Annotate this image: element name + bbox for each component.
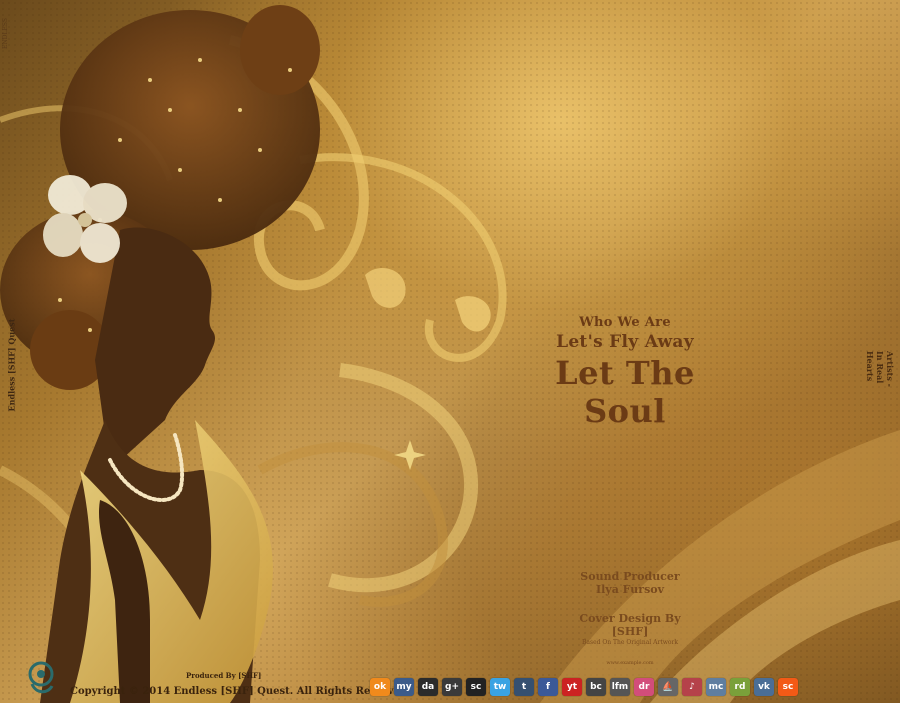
boat-icon[interactable]: ⛵ bbox=[658, 678, 678, 696]
cover-design-note: Based On The Original Artwork bbox=[582, 639, 678, 646]
youtube-icon[interactable]: yt bbox=[562, 678, 582, 696]
mixcloud-icon[interactable]: mc bbox=[706, 678, 726, 696]
lastfm-icon[interactable]: lfm bbox=[610, 678, 630, 696]
cover-artwork bbox=[0, 5, 900, 703]
title-medium: Let's Fly Away bbox=[556, 332, 694, 352]
deviantart-icon[interactable]: da bbox=[418, 678, 438, 696]
odnoklassniki-icon[interactable]: ok bbox=[370, 678, 390, 696]
spine-left-top-text: ENDLESS bbox=[1, 18, 9, 49]
radio-icon[interactable]: rd bbox=[730, 678, 750, 696]
bandcamp-icon[interactable]: bc bbox=[586, 678, 606, 696]
sound-producer-label: Sound Producer bbox=[580, 570, 680, 583]
google-plus-icon[interactable]: g+ bbox=[442, 678, 462, 696]
credits-block: Sound Producer Ilya Fursov Cover Design … bbox=[560, 570, 700, 666]
soundcloud-cloud-icon[interactable]: sc bbox=[466, 678, 486, 696]
myspace-icon[interactable]: my bbox=[394, 678, 414, 696]
dribbble-icon[interactable]: dr bbox=[634, 678, 654, 696]
spine-right-text: Artists - In Real Hearts bbox=[865, 351, 895, 387]
soundcloud-icon[interactable]: sc bbox=[778, 678, 798, 696]
facebook-icon[interactable]: f bbox=[538, 678, 558, 696]
title-block: Who We Are Let's Fly Away Let The Soul bbox=[520, 315, 730, 430]
copyright-text: Copyright © 2014 Endless [SHF] Quest. Al… bbox=[70, 686, 407, 697]
cover-design-credit: Cover Design By [SHF] bbox=[579, 612, 681, 638]
small-url: www.example.com bbox=[606, 660, 654, 666]
vk-icon[interactable]: vk bbox=[754, 678, 774, 696]
produced-by: Produced By [SHF] bbox=[186, 671, 262, 680]
title-large: Let The Soul bbox=[555, 354, 695, 430]
music-icon[interactable]: ♪ bbox=[682, 678, 702, 696]
spine-left-text: Endless [SHF] Quest bbox=[6, 318, 17, 412]
title-small: Who We Are bbox=[579, 315, 671, 330]
sound-producer-name: Ilya Fursov bbox=[595, 583, 664, 596]
twitter-icon[interactable]: tw bbox=[490, 678, 510, 696]
tumblr-icon[interactable]: t bbox=[514, 678, 534, 696]
label-logo-icon bbox=[28, 661, 54, 694]
social-icons-row: ok my da g+ sc tw t f yt bc lfm dr ⛵ ♪ m… bbox=[370, 676, 798, 698]
